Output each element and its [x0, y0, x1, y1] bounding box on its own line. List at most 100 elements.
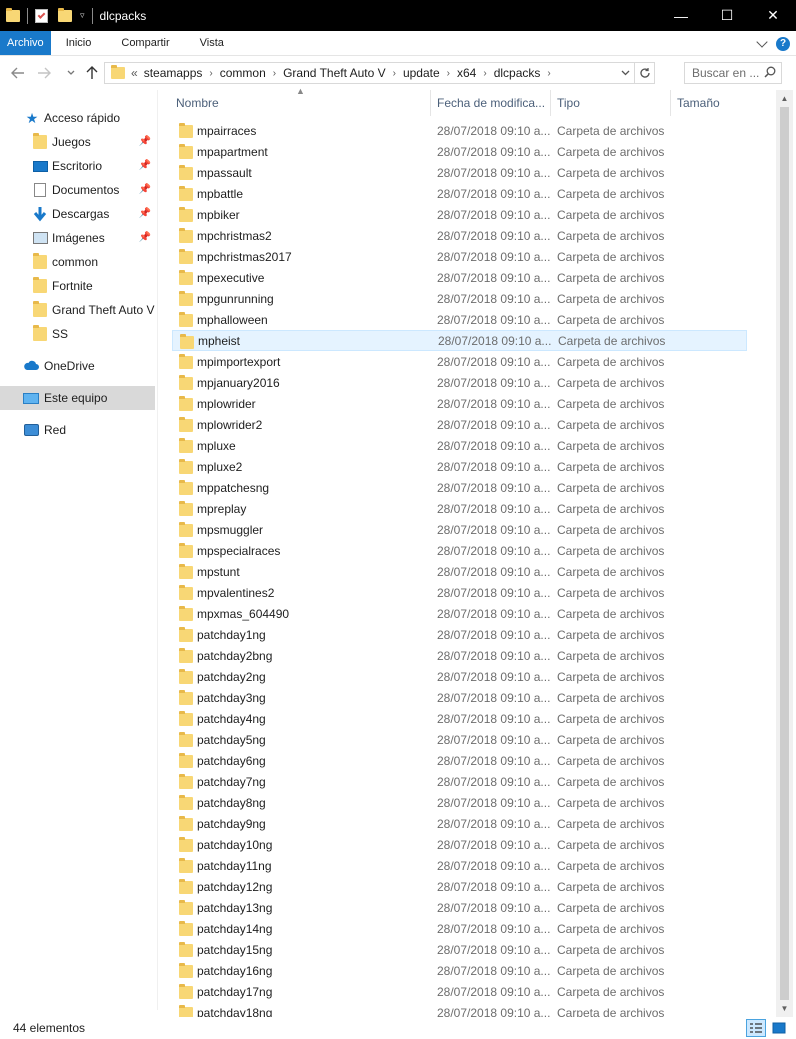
sidebar-item-onedrive[interactable]: OneDrive [0, 354, 155, 378]
breadcrumb-steamapps[interactable]: steamapps [144, 66, 203, 80]
breadcrumb-gta-v[interactable]: Grand Theft Auto V [283, 66, 386, 80]
column-header-size[interactable]: Tamaño [671, 90, 771, 116]
breadcrumb-separator-icon[interactable]: › [393, 68, 396, 79]
address-dropdown-button[interactable] [618, 63, 632, 83]
search-input[interactable]: Buscar en ... [692, 66, 759, 80]
file-row[interactable]: mpapartment 28/07/2018 09:10 a... Carpeta … [172, 141, 747, 162]
sidebar-item-red[interactable]: Red [0, 418, 155, 442]
file-row[interactable]: mphalloween 28/07/2018 09:10 a... Carpeta … [172, 309, 747, 330]
sidebar-item-documentos[interactable]: Documentos 📌 [0, 178, 155, 202]
file-row[interactable]: patchday18ng 28/07/2018 09:10 a... Carpeta… [172, 1002, 747, 1017]
sidebar-item-juegos[interactable]: Juegos 📌 [0, 130, 155, 154]
tab-archivo[interactable]: Archivo [0, 31, 51, 55]
file-row[interactable]: patchday2ng 28/07/2018 09:10 a... Carpeta … [172, 666, 747, 687]
tab-inicio[interactable]: Inicio [51, 31, 107, 55]
folder-icon[interactable] [6, 7, 20, 22]
file-row[interactable]: patchday12ng 28/07/2018 09:10 a... Carpeta… [172, 876, 747, 897]
file-row[interactable]: mplowrider 28/07/2018 09:10 a... Carpeta d… [172, 393, 747, 414]
file-row[interactable]: patchday7ng 28/07/2018 09:10 a... Carpeta … [172, 771, 747, 792]
sidebar-item-ss[interactable]: SS [0, 322, 155, 346]
breadcrumb-separator-icon[interactable]: › [547, 68, 550, 79]
sidebar-item-este-equipo[interactable]: Este equipo [0, 386, 155, 410]
file-row[interactable]: patchday8ng 28/07/2018 09:10 a... Carpeta … [172, 792, 747, 813]
file-row[interactable]: mpjanuary2016 28/07/2018 09:10 a... Carpet… [172, 372, 747, 393]
breadcrumb-dlcpacks[interactable]: dlcpacks [494, 66, 541, 80]
breadcrumb-separator-icon[interactable]: › [483, 68, 486, 79]
file-row[interactable]: mpchristmas2017 28/07/2018 09:10 a... Carp… [172, 246, 747, 267]
forward-button[interactable] [33, 62, 55, 84]
maximize-button[interactable]: ☐ [704, 0, 750, 31]
file-row[interactable]: mpgunrunning 28/07/2018 09:10 a... Carpeta… [172, 288, 747, 309]
file-row[interactable]: patchday3ng 28/07/2018 09:10 a... Carpeta … [172, 687, 747, 708]
scroll-down-arrow-icon[interactable]: ▼ [776, 1000, 793, 1017]
file-row[interactable]: mpassault 28/07/2018 09:10 a... Carpeta de… [172, 162, 747, 183]
file-row[interactable]: patchday6ng 28/07/2018 09:10 a... Carpeta … [172, 750, 747, 771]
file-row[interactable]: mpbattle 28/07/2018 09:10 a... Carpeta de … [172, 183, 747, 204]
search-box[interactable]: Buscar en ... [684, 62, 782, 84]
file-row[interactable]: mpsmuggler 28/07/2018 09:10 a... Carpeta d… [172, 519, 747, 540]
breadcrumb-separator-icon[interactable]: › [447, 68, 450, 79]
scrollbar-thumb[interactable] [780, 107, 789, 1000]
help-icon[interactable]: ? [776, 36, 790, 51]
customize-toolbar-icon[interactable]: ▿ [80, 10, 85, 21]
file-row[interactable]: patchday14ng 28/07/2018 09:10 a... Carpeta… [172, 918, 747, 939]
recent-locations-button[interactable] [60, 62, 82, 84]
pin-icon[interactable]: 📌 [139, 208, 151, 219]
new-folder-icon[interactable] [58, 7, 72, 22]
sidebar-item-fortnite[interactable]: Fortnite [0, 274, 155, 298]
sidebar-item-common[interactable]: common [0, 250, 155, 274]
breadcrumb-x64[interactable]: x64 [457, 66, 476, 80]
file-row[interactable]: mpheist 28/07/2018 09:10 a... Carpeta de a… [172, 330, 747, 351]
close-button[interactable]: ✕ [750, 0, 796, 31]
scroll-up-arrow-icon[interactable]: ▲ [776, 90, 793, 107]
properties-icon[interactable] [35, 8, 48, 23]
breadcrumb-update[interactable]: update [403, 66, 440, 80]
details-view-button[interactable] [746, 1019, 766, 1037]
file-row[interactable]: mpairraces 28/07/2018 09:10 a... Carpeta d… [172, 120, 747, 141]
back-button[interactable] [7, 62, 29, 84]
address-bar[interactable]: « steamapps › common › Grand Theft Auto … [104, 62, 655, 84]
file-row[interactable]: mpvalentines2 28/07/2018 09:10 a... Carpet… [172, 582, 747, 603]
file-row[interactable]: patchday9ng 28/07/2018 09:10 a... Carpeta … [172, 813, 747, 834]
file-row[interactable]: mpluxe 28/07/2018 09:10 a... Carpeta de ar… [172, 435, 747, 456]
breadcrumb-separator-icon[interactable]: › [273, 68, 276, 79]
pin-icon[interactable]: 📌 [139, 160, 151, 171]
file-row[interactable]: patchday1ng 28/07/2018 09:10 a... Carpeta … [172, 624, 747, 645]
tab-compartir[interactable]: Compartir [106, 31, 184, 55]
sidebar-item-escritorio[interactable]: Escritorio 📌 [0, 154, 155, 178]
sidebar-item-imagenes[interactable]: Imágenes 📌 [0, 226, 155, 250]
minimize-button[interactable]: — [658, 0, 704, 31]
column-header-name[interactable]: Nombre [170, 90, 431, 116]
sidebar-item-quick-access[interactable]: ★ Acceso rápido [0, 106, 155, 130]
file-row[interactable]: patchday5ng 28/07/2018 09:10 a... Carpeta … [172, 729, 747, 750]
breadcrumb-separator-icon[interactable]: › [209, 68, 212, 79]
file-row[interactable]: mplowrider2 28/07/2018 09:10 a... Carpeta … [172, 414, 747, 435]
pin-icon[interactable]: 📌 [139, 232, 151, 243]
breadcrumb-overflow[interactable]: « [131, 66, 138, 80]
file-row[interactable]: mpreplay 28/07/2018 09:10 a... Carpeta de … [172, 498, 747, 519]
file-row[interactable]: patchday10ng 28/07/2018 09:10 a... Carpeta… [172, 834, 747, 855]
file-row[interactable]: patchday11ng 28/07/2018 09:10 a... Carpeta… [172, 855, 747, 876]
column-header-date[interactable]: Fecha de modifica... [431, 90, 551, 116]
up-button[interactable] [81, 62, 103, 84]
file-row[interactable]: patchday13ng 28/07/2018 09:10 a... Carpeta… [172, 897, 747, 918]
refresh-button[interactable] [634, 63, 654, 83]
breadcrumb-common[interactable]: common [220, 66, 266, 80]
file-row[interactable]: mpchristmas2 28/07/2018 09:10 a... Carpeta… [172, 225, 747, 246]
expand-ribbon-chevron-icon[interactable] [756, 35, 768, 48]
vertical-scrollbar[interactable]: ▲ ▼ [776, 90, 793, 1017]
search-icon[interactable] [764, 66, 776, 78]
pin-icon[interactable]: 📌 [139, 184, 151, 195]
file-row[interactable]: mpexecutive 28/07/2018 09:10 a... Carpeta … [172, 267, 747, 288]
file-row[interactable]: mpstunt 28/07/2018 09:10 a... Carpeta de a… [172, 561, 747, 582]
file-row[interactable]: mpspecialraces 28/07/2018 09:10 a... Carpe… [172, 540, 747, 561]
sidebar-item-descargas[interactable]: Descargas 📌 [0, 202, 155, 226]
file-row[interactable]: patchday2bng 28/07/2018 09:10 a... Carpeta… [172, 645, 747, 666]
file-row[interactable]: patchday15ng 28/07/2018 09:10 a... Carpeta… [172, 939, 747, 960]
file-row[interactable]: patchday4ng 28/07/2018 09:10 a... Carpeta … [172, 708, 747, 729]
large-icons-view-button[interactable] [769, 1019, 789, 1037]
column-header-type[interactable]: Tipo [551, 90, 671, 116]
sidebar-item-gta-v[interactable]: Grand Theft Auto V [0, 298, 155, 322]
file-row[interactable]: mpxmas_604490 28/07/2018 09:10 a... Carpet… [172, 603, 747, 624]
file-row[interactable]: mpbiker 28/07/2018 09:10 a... Carpeta de a… [172, 204, 747, 225]
